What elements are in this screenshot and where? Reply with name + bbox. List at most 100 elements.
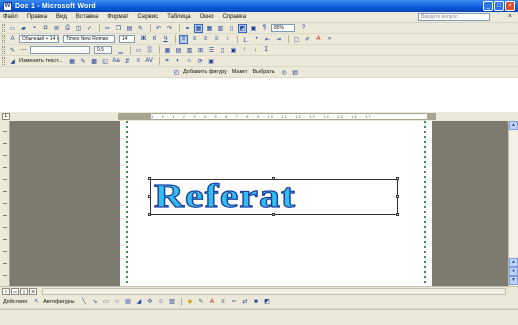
insert-excel-icon[interactable]: ▥ [216,24,225,33]
autoformat-icon[interactable]: ◎ [280,68,289,77]
italic-icon[interactable]: К [150,35,159,44]
resize-handle[interactable] [396,213,399,216]
spelling-icon[interactable]: ✓ [85,24,94,33]
add-shape-icon[interactable]: ◰ [172,68,181,77]
oval-icon[interactable]: ○ [112,297,121,306]
align-left-icon[interactable]: ≡ [179,34,188,44]
resize-handle[interactable] [148,177,151,180]
columns-icon[interactable]: ▯ [227,24,236,33]
line-icon[interactable]: ╲ [79,297,88,306]
styles-pane-icon[interactable]: A [8,35,17,44]
menu-view[interactable]: Вид [56,14,67,20]
tab-selector[interactable]: L [2,113,10,120]
cut-icon[interactable]: ✂ [103,24,112,33]
browse-object-icon[interactable]: ● [509,267,518,276]
hyperlink-icon[interactable]: ⚭ [183,24,192,33]
distribute-columns-icon[interactable]: ▯ [218,46,227,55]
justify-icon[interactable]: ≡ [212,35,221,44]
table-insert-icon[interactable]: ▦ [163,46,172,55]
print-icon[interactable]: ⎙ [63,24,72,33]
undo-icon[interactable]: ↶ [154,24,163,33]
layout-button[interactable]: Макет [232,69,248,75]
rotate-icon[interactable]: ⟳ [196,57,205,66]
maximize-button[interactable]: □ [494,1,504,11]
sort-asc-icon[interactable]: ↑ [240,46,249,55]
wordart-shape-icon[interactable]: ▩ [90,57,99,66]
merge-cells-icon[interactable]: ▤ [174,46,183,55]
picture-icon[interactable]: ▨ [167,297,176,306]
actions-menu[interactable]: Действия [3,299,27,305]
resize-handle[interactable] [148,195,151,198]
print-layout-icon[interactable]: ▯ [20,287,28,295]
split-cells-icon[interactable]: ▥ [185,46,194,55]
horizontal-ruler[interactable]: 1 · 2 · 1 · 2 · 3 · 4 · 5 · 6 · 7 · 8 · … [150,113,428,120]
toolbar-grip[interactable] [2,24,5,32]
bullets-icon[interactable]: • [252,35,261,44]
close-button[interactable]: × [505,1,515,11]
line-style-icon[interactable]: ≡ [218,297,227,306]
close-document-button[interactable]: × [508,13,512,21]
spacing-icon[interactable]: AV [145,57,154,66]
toolbar-grip[interactable] [2,46,5,54]
font-size-select[interactable]: 14 [119,35,135,43]
sort-desc-icon[interactable]: ↓ [251,46,260,55]
style-select[interactable]: Обычный + 14 пт [19,35,59,43]
dash-style-icon[interactable]: ┅ [229,297,238,306]
insert-table-icon[interactable]: ▦ [205,24,214,33]
contrast-icon[interactable]: ◐ [174,57,183,66]
font-color-icon[interactable]: A [314,35,323,44]
insert-wordart-icon[interactable]: ◢ [8,57,17,66]
underline-icon[interactable]: Ч [161,35,170,44]
font-select[interactable]: Times New Roman [63,35,115,43]
line-weight-select[interactable]: 0,5 [94,46,112,54]
tables-borders-icon[interactable]: ▦ [194,23,203,33]
outline-view-icon[interactable]: ☰ [29,287,37,295]
web-view-icon[interactable]: ▭ [11,287,19,295]
select-button[interactable]: Выбрать [252,69,274,75]
line-spacing-icon[interactable]: ↕ [223,35,232,44]
autoshapes-menu[interactable]: Автофигуры [43,299,74,305]
wordart-gallery-icon[interactable]: ▦ [68,57,77,66]
help-icon[interactable]: ? [299,24,308,33]
line-style-icon[interactable]: ― [19,46,28,55]
arrow-icon[interactable]: ↘ [90,297,99,306]
menu-file[interactable]: Файл [3,14,18,20]
menu-help[interactable]: Справка [223,14,247,20]
minimize-button[interactable]: _ [483,1,493,11]
font-color-icon[interactable]: A [207,297,216,306]
permission-icon[interactable]: ◘ [41,24,50,33]
vertical-text-icon[interactable]: ⇵ [123,57,132,66]
pen-icon[interactable]: ✎ [8,46,17,55]
border-frame-icon[interactable]: ▭ [134,46,143,55]
shading-icon[interactable]: ▒ [145,46,154,55]
paste-icon[interactable]: ▤ [125,24,134,33]
resize-handle[interactable] [148,213,151,216]
redo-icon[interactable]: ↷ [165,24,174,33]
toolbar-grip[interactable] [2,35,5,43]
email-icon[interactable]: ✉ [52,24,61,33]
resize-handle[interactable] [396,177,399,180]
arrow-style-icon[interactable]: ⇄ [240,297,249,306]
format-wordart-icon[interactable]: ✎ [79,57,88,66]
menu-table[interactable]: Таблица [167,14,191,20]
add-shape-button[interactable]: Добавить фигуру [183,69,227,75]
zoom-select[interactable]: 85% [271,24,295,32]
textbox-icon[interactable]: ▤ [123,297,132,306]
help-search-input[interactable]: Введите вопрос [418,13,490,21]
autosum-icon[interactable]: Σ [262,46,271,55]
picture-format-icon[interactable]: ▣ [207,57,216,66]
document-page[interactable]: Referat [120,121,432,286]
border-icon[interactable]: ▢ [292,35,301,44]
highlight-icon[interactable]: ✐ [303,35,312,44]
menu-tools[interactable]: Сервис [138,14,159,20]
diagram-icon[interactable]: ✣ [145,297,154,306]
crop-icon[interactable]: ⌗ [163,57,172,66]
save-icon[interactable]: ▪ [30,24,39,33]
align-cell-icon[interactable]: ⊞ [196,46,205,55]
menu-window[interactable]: Окно [200,14,214,20]
brightness-icon[interactable]: ☼ [185,57,194,66]
menu-insert[interactable]: Вставка [76,14,98,20]
select-objects-icon[interactable]: ↖ [32,297,41,306]
wordart-object[interactable]: Referat [148,177,400,217]
increase-indent-icon[interactable]: ⇥ [274,35,283,44]
